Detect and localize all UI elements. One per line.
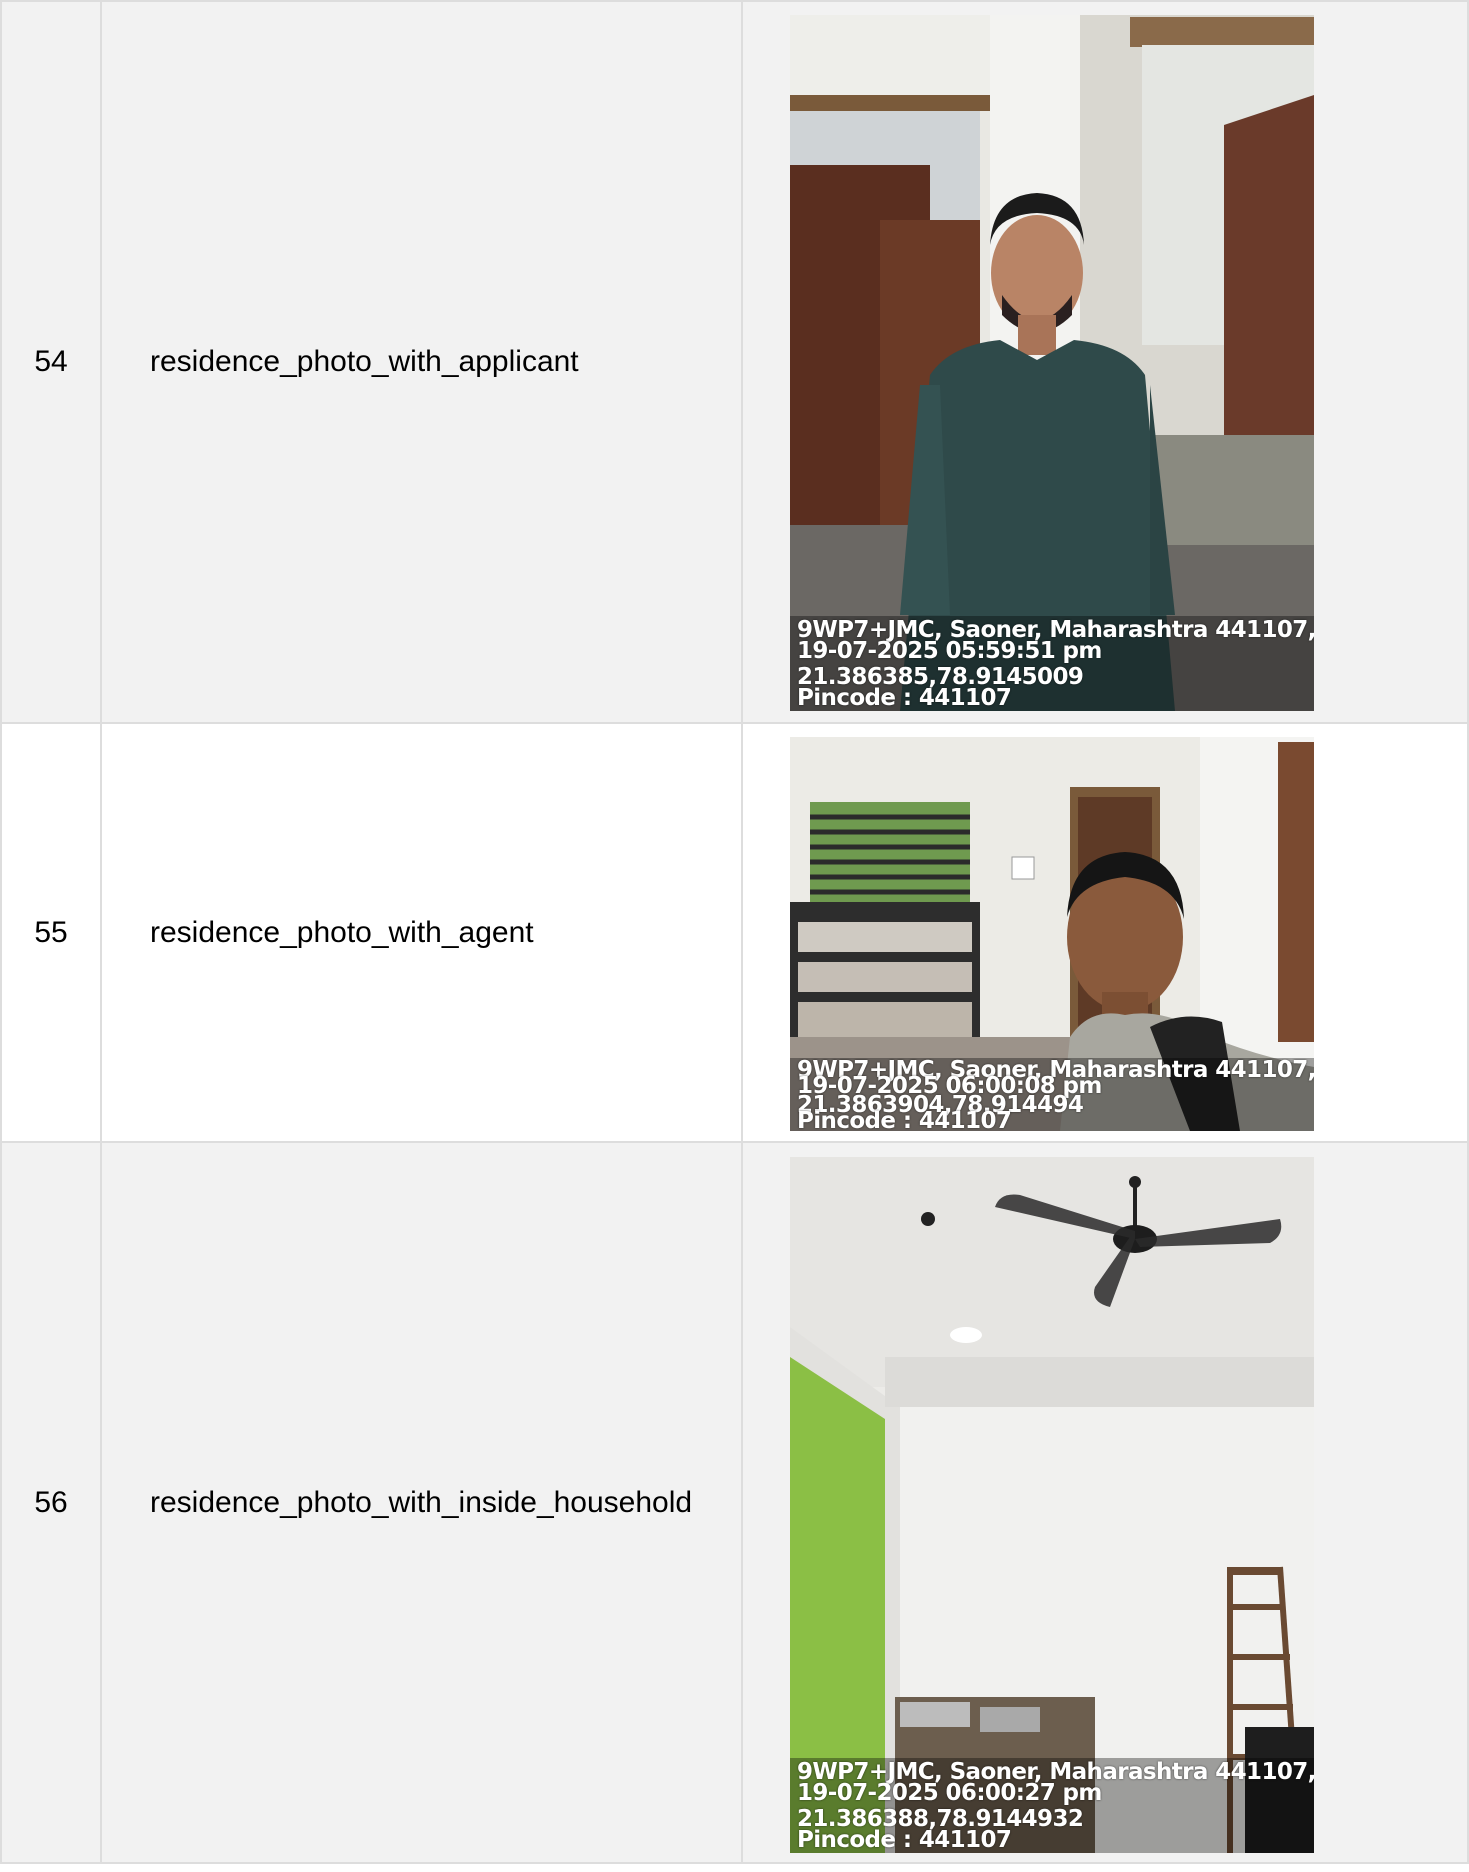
row-label: residence_photo_with_agent xyxy=(100,722,743,1143)
photo-table: 54 residence_photo_with_applicant 9WP7+J… xyxy=(0,0,1469,1864)
photo-cell: 9WP7+JMC, Saoner, Maharashtra 441107, In… xyxy=(741,1141,1469,1864)
table-row: 56 residence_photo_with_inside_household xyxy=(0,1141,1469,1864)
table-row: 55 residence_photo_with_agent 9WP7+JMC, … xyxy=(0,722,1469,1143)
row-label: residence_photo_with_applicant xyxy=(100,0,743,724)
stamp-datetime: 19-07-2025 05:59:51 pm xyxy=(797,638,1102,664)
applicant-scene-image xyxy=(790,15,1314,711)
residence-household-photo[interactable]: 9WP7+JMC, Saoner, Maharashtra 441107, In… xyxy=(790,1156,1314,1853)
residence-agent-photo[interactable]: 9WP7+JMC, Saoner, Maharashtra 441107, In… xyxy=(790,736,1314,1131)
location-stamp: 9WP7+JMC, Saoner, Maharashtra 441107, In… xyxy=(790,616,1314,711)
row-number: 56 xyxy=(0,1141,102,1864)
stamp-pincode: Pincode : 441107 xyxy=(797,1826,1012,1853)
row-number: 55 xyxy=(0,722,102,1143)
location-stamp: 9WP7+JMC, Saoner, Maharashtra 441107, In… xyxy=(790,1757,1314,1853)
photo-cell: 9WP7+JMC, Saoner, Maharashtra 441107, In… xyxy=(741,722,1469,1143)
household-scene-image xyxy=(790,1156,1314,1853)
stamp-pincode: Pincode : 441107 xyxy=(797,685,1012,711)
location-stamp: 9WP7+JMC, Saoner, Maharashtra 441107, In… xyxy=(790,1057,1314,1131)
row-label: residence_photo_with_inside_household xyxy=(100,1141,743,1864)
row-number: 54 xyxy=(0,0,102,724)
table-row: 54 residence_photo_with_applicant 9WP7+J… xyxy=(0,0,1469,724)
stamp-datetime: 19-07-2025 06:00:27 pm xyxy=(797,1779,1102,1806)
photo-cell: 9WP7+JMC, Saoner, Maharashtra 441107, In… xyxy=(741,0,1469,724)
residence-applicant-photo[interactable]: 9WP7+JMC, Saoner, Maharashtra 441107, In… xyxy=(790,15,1314,711)
